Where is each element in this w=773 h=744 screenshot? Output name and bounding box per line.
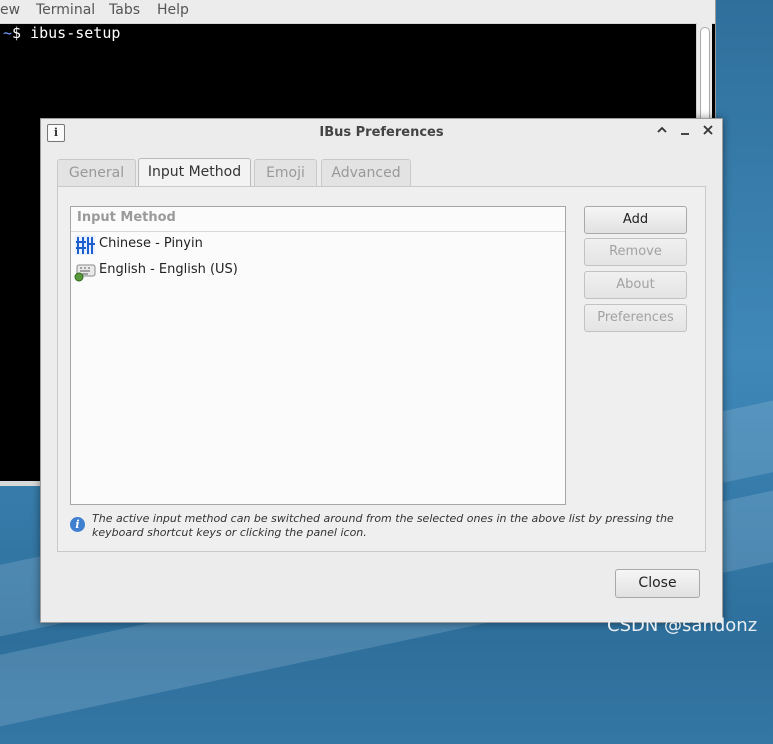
list-header[interactable]: Input Method [71, 207, 565, 232]
close-button[interactable]: Close [615, 569, 700, 598]
terminal-output[interactable]: ~$ ibus-setup [3, 24, 120, 42]
list-item[interactable]: English - English (US) [71, 258, 565, 284]
menu-help[interactable]: Help [157, 2, 189, 18]
about-button[interactable]: About [584, 271, 687, 299]
dialog-title: IBus Preferences [319, 125, 444, 140]
pinyin-icon [74, 234, 96, 256]
tab-general[interactable]: General [57, 159, 136, 187]
minimize-icon[interactable] [676, 123, 694, 141]
add-button[interactable]: Add [584, 206, 687, 234]
title-bar[interactable]: i IBus Preferences [41, 119, 722, 147]
info-icon: i [70, 517, 85, 532]
list-item-label: Chinese - Pinyin [99, 236, 203, 251]
prompt-tilde: ~ [3, 24, 13, 42]
keyboard-icon [74, 260, 96, 282]
input-method-list[interactable]: Input Method Chinese - Pinyin English - … [70, 206, 566, 505]
command-line: $ ibus-setup [12, 24, 121, 42]
menu-terminal[interactable]: Terminal [36, 2, 95, 18]
maximize-icon[interactable] [653, 123, 671, 141]
tab-input-method[interactable]: Input Method [138, 158, 251, 188]
input-method-panel: Input Method Chinese - Pinyin English - … [57, 186, 706, 552]
remove-button[interactable]: Remove [584, 238, 687, 266]
menu-tabs[interactable]: Tabs [109, 2, 140, 18]
tab-emoji[interactable]: Emoji [254, 159, 317, 187]
list-item[interactable]: Chinese - Pinyin [71, 232, 565, 258]
list-header-label: Input Method [77, 210, 176, 225]
ibus-preferences-dialog: i IBus Preferences General Input Method … [40, 118, 723, 623]
preferences-button[interactable]: Preferences [584, 304, 687, 332]
menu-view[interactable]: ew [0, 2, 20, 18]
list-item-label: English - English (US) [99, 262, 238, 277]
info-text: The active input method can be switched … [92, 512, 674, 539]
close-icon[interactable] [699, 123, 717, 141]
tab-advanced[interactable]: Advanced [321, 159, 411, 187]
watermark: CSDN @sandonz [607, 615, 758, 636]
terminal-menubar: ew Terminal Tabs Help [0, 0, 715, 24]
